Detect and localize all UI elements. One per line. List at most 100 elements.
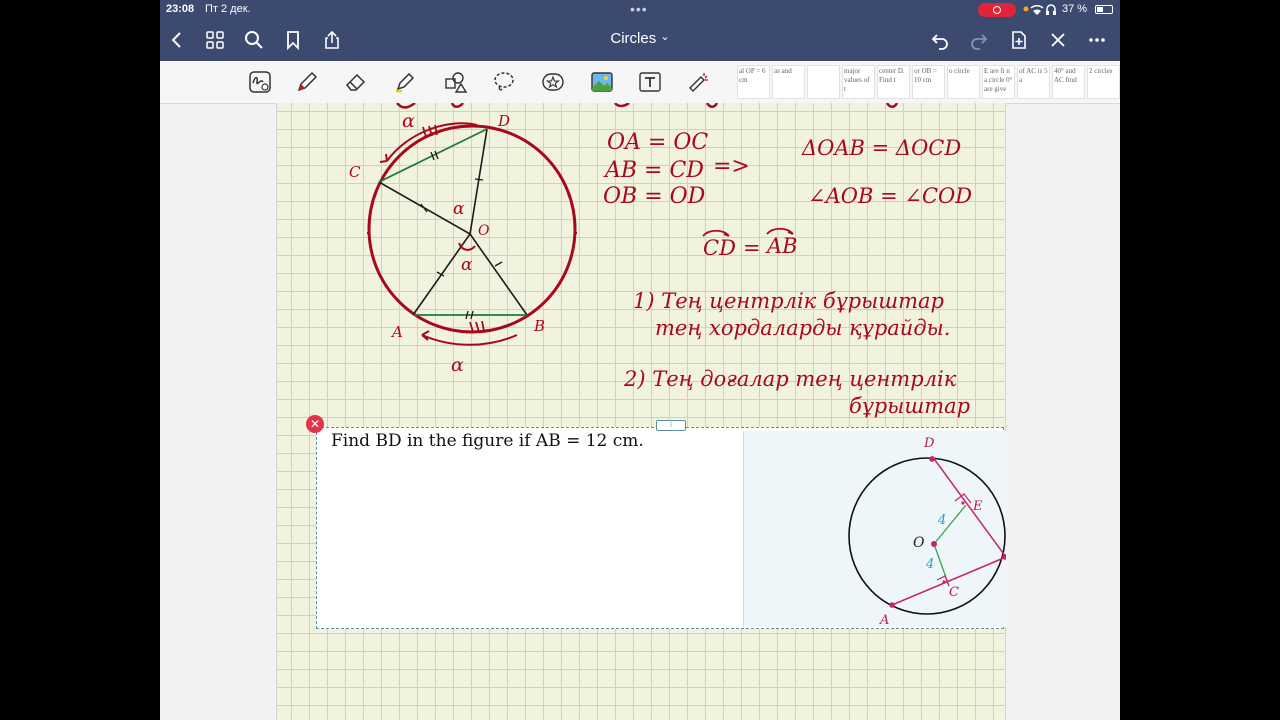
sketch-circle xyxy=(367,124,577,334)
problem-text: Find BD in the figure if AB = 12 cm. xyxy=(331,431,644,451)
angle-arc xyxy=(458,242,476,251)
page-thumbnail[interactable]: o circle xyxy=(947,65,980,99)
grid-view-button[interactable] xyxy=(202,28,228,52)
eq-triangles: ΔOAB = ΔOCD xyxy=(801,136,961,160)
tool-image[interactable] xyxy=(589,69,615,95)
page-thumbnail[interactable]: 40° and AC find xyxy=(1052,65,1085,99)
sketch-alpha-center-up: α xyxy=(453,199,465,219)
sketch-alpha-bottom: α xyxy=(451,354,464,376)
more-icon xyxy=(1089,38,1105,42)
figure-label-a: A xyxy=(879,613,889,627)
eq-ob-od: OB = OD xyxy=(603,184,706,209)
handwriting-zoom-icon xyxy=(249,71,271,93)
shapes-icon xyxy=(445,72,467,93)
top-cut-ink xyxy=(396,103,899,109)
redo-icon xyxy=(971,34,988,50)
rule1-line2: тең хордаларды құрайды. xyxy=(655,316,950,340)
figure-label-d: D xyxy=(923,436,935,451)
figure-distance-oc: 4 xyxy=(925,557,934,572)
screen-recording-icon[interactable] xyxy=(978,3,1016,17)
sketch-label-b: B xyxy=(533,317,545,335)
figure-label-c: C xyxy=(949,585,959,600)
share-button[interactable] xyxy=(319,28,345,52)
sketch-alpha-top: α xyxy=(402,110,415,132)
tool-pen[interactable] xyxy=(294,69,320,95)
tick-marks xyxy=(420,150,503,320)
eq-oa-oc: OA = OC xyxy=(607,130,708,155)
battery-percent: 37 % xyxy=(1062,3,1088,15)
arc-ab: AB xyxy=(765,234,798,258)
circle-sketch: D C O A B α α α α xyxy=(349,110,577,376)
more-button[interactable] xyxy=(1084,28,1110,52)
page-thumbnail[interactable]: center D. Find t xyxy=(877,65,910,99)
sketch-alpha-center-down: α xyxy=(461,255,473,275)
tool-shapes[interactable] xyxy=(442,69,468,95)
page-thumbnail[interactable] xyxy=(807,65,840,99)
equations: OA = OC AB = CD OB = OD => ΔOAB = ΔOCD ∠… xyxy=(603,130,972,418)
center-point xyxy=(931,541,937,547)
search-button[interactable] xyxy=(241,28,267,52)
drawing-toolbar: al OP = 6 cm as and major values of t cente… xyxy=(160,61,1120,104)
pen-cross-icon xyxy=(1051,33,1065,47)
tool-elements[interactable] xyxy=(540,69,566,95)
pen-icon xyxy=(297,71,318,92)
tool-lasso-zoom[interactable] xyxy=(247,69,273,95)
circle-figure: D E O C A 4 4 xyxy=(848,436,1008,628)
add-page-button[interactable] xyxy=(1006,28,1032,52)
arc-cd: CD xyxy=(703,236,736,260)
eraser-icon xyxy=(345,73,366,91)
text-box-icon xyxy=(639,72,661,92)
grid-icon xyxy=(206,31,224,49)
eq-ab-cd: AB = CD xyxy=(603,158,704,183)
redo-button[interactable] xyxy=(966,28,992,52)
tool-laser[interactable] xyxy=(686,69,712,95)
figure-distance-oe: 4 xyxy=(937,513,946,528)
wifi-headphones-icon xyxy=(1023,4,1056,15)
add-page-icon xyxy=(1012,31,1026,49)
chevron-down-icon: ⌄ xyxy=(660,31,670,43)
page-thumbnail[interactable]: major values of t xyxy=(842,65,875,99)
page-thumbnail[interactable]: as and xyxy=(772,65,805,99)
tools-button[interactable] xyxy=(1045,28,1071,52)
problem-card[interactable]: Find BD in the figure if AB = 12 cm. D E… xyxy=(316,427,1008,629)
implies-arrow: => xyxy=(713,154,750,179)
lasso-icon xyxy=(494,72,514,91)
drag-handle-icon[interactable]: ⁝ xyxy=(656,420,686,431)
multitasking-dots-icon[interactable]: ••• xyxy=(630,1,648,17)
radii-oc-od xyxy=(378,128,488,236)
arc-equals: = xyxy=(743,236,761,260)
page-thumbnail[interactable]: al OP = 6 cm xyxy=(737,65,770,99)
document-title[interactable]: Circles ⌄ xyxy=(590,30,690,47)
undo-icon xyxy=(931,34,948,50)
image-icon xyxy=(591,72,613,92)
tool-text[interactable] xyxy=(637,69,663,95)
ipad-screen: 23:08 Пт 2 дек. ••• 37 % Circles ⌄ al OP… xyxy=(160,0,1120,720)
sketch-label-c: C xyxy=(349,163,361,181)
figure-label-o: O xyxy=(913,535,925,551)
sketch-label-a: A xyxy=(390,323,403,341)
bookmark-icon xyxy=(287,31,299,50)
search-icon xyxy=(245,31,263,49)
page-thumbnail[interactable]: 2 circles xyxy=(1087,65,1120,99)
highlighter-icon xyxy=(396,72,415,93)
back-button[interactable] xyxy=(164,28,190,52)
laser-pointer-icon xyxy=(689,73,708,92)
eq-angles: ∠AOB = ∠COD xyxy=(808,184,972,208)
status-icons xyxy=(1023,2,1059,19)
page-thumbnail[interactable]: or OB = 10 cm xyxy=(912,65,945,99)
undo-button[interactable] xyxy=(927,28,953,52)
close-icon[interactable]: ✕ xyxy=(306,415,324,433)
nav-bar: Circles ⌄ xyxy=(160,20,1120,61)
sketch-label-d: D xyxy=(497,112,510,130)
status-time: 23:08 xyxy=(166,3,195,15)
tool-lasso[interactable] xyxy=(491,69,517,95)
page-thumbnail[interactable]: of AC is 5 a xyxy=(1017,65,1050,99)
sketch-label-o: O xyxy=(478,223,490,239)
page-thumbnail[interactable]: E are fi n a circle 0° are give xyxy=(982,65,1015,99)
rule2-line1: 2) Тең доғалар тең центрлік xyxy=(623,367,957,391)
document-title-text: Circles xyxy=(610,30,657,47)
rule2-line2: бұрыштар xyxy=(849,394,970,418)
bookmark-button[interactable] xyxy=(280,28,306,52)
tool-eraser[interactable] xyxy=(343,69,369,95)
tool-highlighter[interactable] xyxy=(392,69,418,95)
